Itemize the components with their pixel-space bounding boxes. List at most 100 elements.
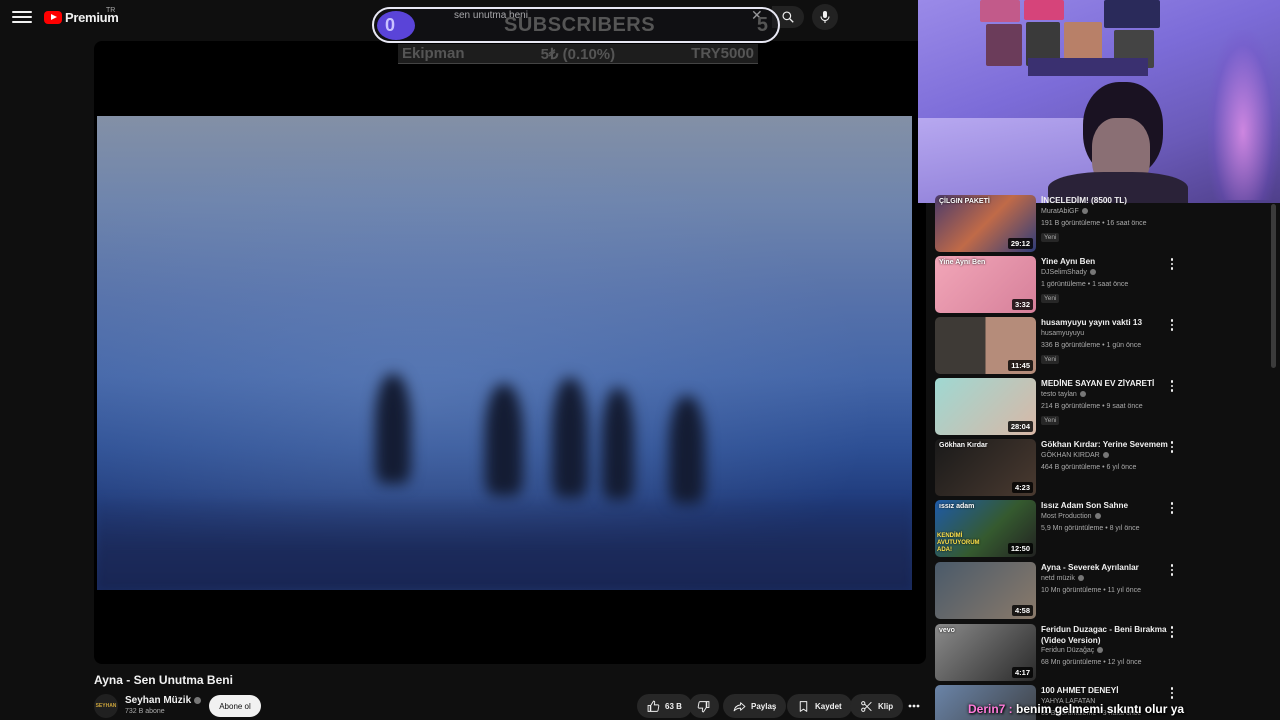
youtube-watch-page: Premium TR sen unutma beni ✕ 0 SUBSCRIBE…: [0, 0, 1280, 720]
share-button[interactable]: Paylaş: [723, 694, 787, 718]
recommendation-channel[interactable]: DJSelimShady: [1041, 269, 1096, 276]
recommendation-item[interactable]: Gökhan Kırdar 4:23 Gökhan Kırdar: Yerine S…: [935, 439, 1265, 497]
recommendation-title[interactable]: husamyuyu yayın vakti 13: [1041, 317, 1169, 328]
recommendation-title[interactable]: MEDİNE SAYAN EV ZİYARETİ: [1041, 378, 1169, 389]
verified-icon: [1079, 391, 1086, 398]
sidebar-scrollbar[interactable]: [1271, 204, 1276, 368]
youtube-play-icon: [44, 10, 62, 24]
recommendation-thumbnail[interactable]: vevo 4:17: [935, 624, 1036, 681]
dislike-button[interactable]: [689, 694, 719, 718]
recommendation-channel[interactable]: Most Production: [1041, 513, 1101, 520]
menu-icon[interactable]: [12, 8, 32, 26]
search-input[interactable]: sen unutma beni ✕: [444, 6, 774, 28]
recommendation-item[interactable]: 11:45 husamyuyu yayın vakti 13 husamyuyuyu…: [935, 317, 1265, 375]
more-options-icon[interactable]: [1168, 379, 1176, 393]
recommendation-thumbnail[interactable]: 4:58: [935, 562, 1036, 619]
recommendation-meta: 1 görüntüleme • 1 saat önce: [1041, 281, 1129, 288]
recommendation-meta: 336 B görüntüleme • 1 gün önce: [1041, 342, 1142, 349]
recommendation-item[interactable]: 28:04 MEDİNE SAYAN EV ZİYARETİ testo tayla…: [935, 378, 1265, 436]
channel-name-row[interactable]: Seyhan Müzik: [125, 695, 202, 706]
more-options-icon[interactable]: [1168, 625, 1176, 639]
channel-avatar[interactable]: SEYHAN: [94, 694, 118, 718]
subscribe-button[interactable]: Abone ol: [209, 695, 261, 717]
verified-icon: [1089, 269, 1096, 276]
video-frame: [97, 116, 912, 590]
video-player[interactable]: [94, 41, 926, 664]
video-duration: 4:58: [1011, 605, 1033, 616]
chat-caption-user: Derin7 :: [968, 702, 1013, 716]
recommendation-thumbnail[interactable]: Gökhan Kırdar 4:23: [935, 439, 1036, 496]
channel-name: Feridun Düzağaç: [1041, 647, 1095, 654]
recommendation-channel[interactable]: Feridun Düzağaç: [1041, 647, 1104, 654]
video-duration: 3:32: [1011, 299, 1033, 310]
video-duration: 29:12: [1007, 238, 1033, 249]
more-options-icon[interactable]: [1168, 686, 1176, 700]
recommendation-thumbnail[interactable]: Yine Aynı Ben 3:32: [935, 256, 1036, 313]
recommendation-title[interactable]: Feridun Duzagac - Beni Bırakma (Video Ve…: [1041, 624, 1169, 646]
clear-search-icon[interactable]: ✕: [751, 7, 763, 24]
recommendation-thumbnail[interactable]: ıssız adam KENDİMİ AVUTUYORUM ADA! 12:50: [935, 500, 1036, 557]
recommendation-item[interactable]: Yine Aynı Ben 3:32 Yine Aynı Ben DJSelimSha…: [935, 256, 1265, 314]
video-title: Ayna - Sen Unutma Beni: [94, 673, 233, 687]
more-options-icon[interactable]: [1168, 563, 1176, 577]
clip-label: Klip: [878, 701, 894, 711]
logo-region: TR: [106, 7, 116, 14]
new-badge: Yeni: [1041, 355, 1060, 364]
channel-name[interactable]: Seyhan Müzik: [125, 695, 191, 706]
bookmark-icon: [799, 700, 808, 712]
recommendation-channel[interactable]: husamyuyuyu: [1041, 330, 1084, 337]
recommendation-title[interactable]: Ayna - Severek Ayrılanlar: [1041, 562, 1169, 573]
recommendation-title[interactable]: Yine Aynı Ben: [1041, 256, 1169, 267]
recommendation-thumbnail[interactable]: ÇİLGIN PAKETİ 29:12: [935, 195, 1036, 252]
voice-search-button[interactable]: [812, 4, 838, 30]
more-options-icon[interactable]: [1168, 440, 1176, 454]
save-button[interactable]: Kaydet: [787, 694, 852, 718]
subscriber-progress-indicator: [377, 11, 415, 40]
video-duration: 4:17: [1011, 667, 1033, 678]
donation-goal-bar: Ekipman 5₺ (0.10%) TRY5000: [398, 44, 758, 64]
verified-icon: [1102, 452, 1109, 459]
recommendation-title[interactable]: Issız Adam Son Sahne: [1041, 500, 1169, 511]
scissors-icon: [861, 700, 872, 712]
new-badge: Yeni: [1041, 233, 1060, 242]
recommendation-channel[interactable]: netd müzik: [1041, 575, 1084, 582]
thumbs-down-icon: [697, 700, 710, 712]
channel-name: DJSelimShady: [1041, 269, 1087, 276]
recommendation-item[interactable]: vevo 4:17 Feridun Duzagac - Beni Bırakma (…: [935, 624, 1265, 682]
channel-name: Most Production: [1041, 513, 1092, 520]
channel-subscribers: 732 B abone: [125, 708, 165, 715]
recommendation-meta: 214 B görüntüleme • 9 saat önce: [1041, 403, 1143, 410]
microphone-icon: [820, 11, 830, 23]
clip-button[interactable]: Klip: [850, 694, 904, 718]
share-icon: [733, 701, 746, 711]
thumbs-up-icon: [647, 700, 660, 712]
more-options-icon[interactable]: [1168, 318, 1176, 332]
recommendation-item[interactable]: ıssız adam KENDİMİ AVUTUYORUM ADA! 12:50 Is…: [935, 500, 1265, 558]
more-options-icon[interactable]: [1168, 257, 1176, 271]
goal-name: Ekipman: [402, 45, 465, 62]
recommendation-channel[interactable]: testo taylan: [1041, 391, 1086, 398]
verified-icon: [1094, 513, 1101, 520]
like-button[interactable]: 63 B: [637, 694, 692, 718]
recommendation-channel[interactable]: MuratAbiGF: [1041, 208, 1088, 215]
video-duration: 4:23: [1011, 482, 1033, 493]
channel-name: netd müzik: [1041, 575, 1075, 582]
recommendation-item[interactable]: ÇİLGIN PAKETİ 29:12 İNCELEDİM! (8500 TL) Mu…: [935, 195, 1265, 253]
subscriber-count: 0: [385, 15, 396, 35]
search-button[interactable]: [772, 6, 804, 28]
more-options-icon[interactable]: [1168, 501, 1176, 515]
recommendation-thumbnail[interactable]: 11:45: [935, 317, 1036, 374]
video-duration: 28:04: [1007, 421, 1033, 432]
recommendation-title[interactable]: 100 AHMET DENEYİ: [1041, 685, 1169, 696]
video-duration: 12:50: [1007, 543, 1033, 554]
recommendation-title[interactable]: İNCELEDİM! (8500 TL): [1041, 195, 1169, 206]
new-badge: Yeni: [1041, 294, 1060, 303]
recommendation-thumbnail[interactable]: 28:04: [935, 378, 1036, 435]
search-icon: [782, 11, 794, 23]
recommendation-meta: 5,9 Mn görüntüleme • 8 yıl önce: [1041, 525, 1140, 532]
webcam-overlay: [918, 0, 1280, 203]
recommendation-item[interactable]: 4:58 Ayna - Severek Ayrılanlar netd müzik 1…: [935, 562, 1265, 620]
recommendation-channel[interactable]: GÖKHAN KIRDAR: [1041, 452, 1109, 459]
recommendation-title[interactable]: Gökhan Kırdar: Yerine Sevemem: [1041, 439, 1169, 450]
more-actions-button[interactable]: [903, 694, 925, 718]
